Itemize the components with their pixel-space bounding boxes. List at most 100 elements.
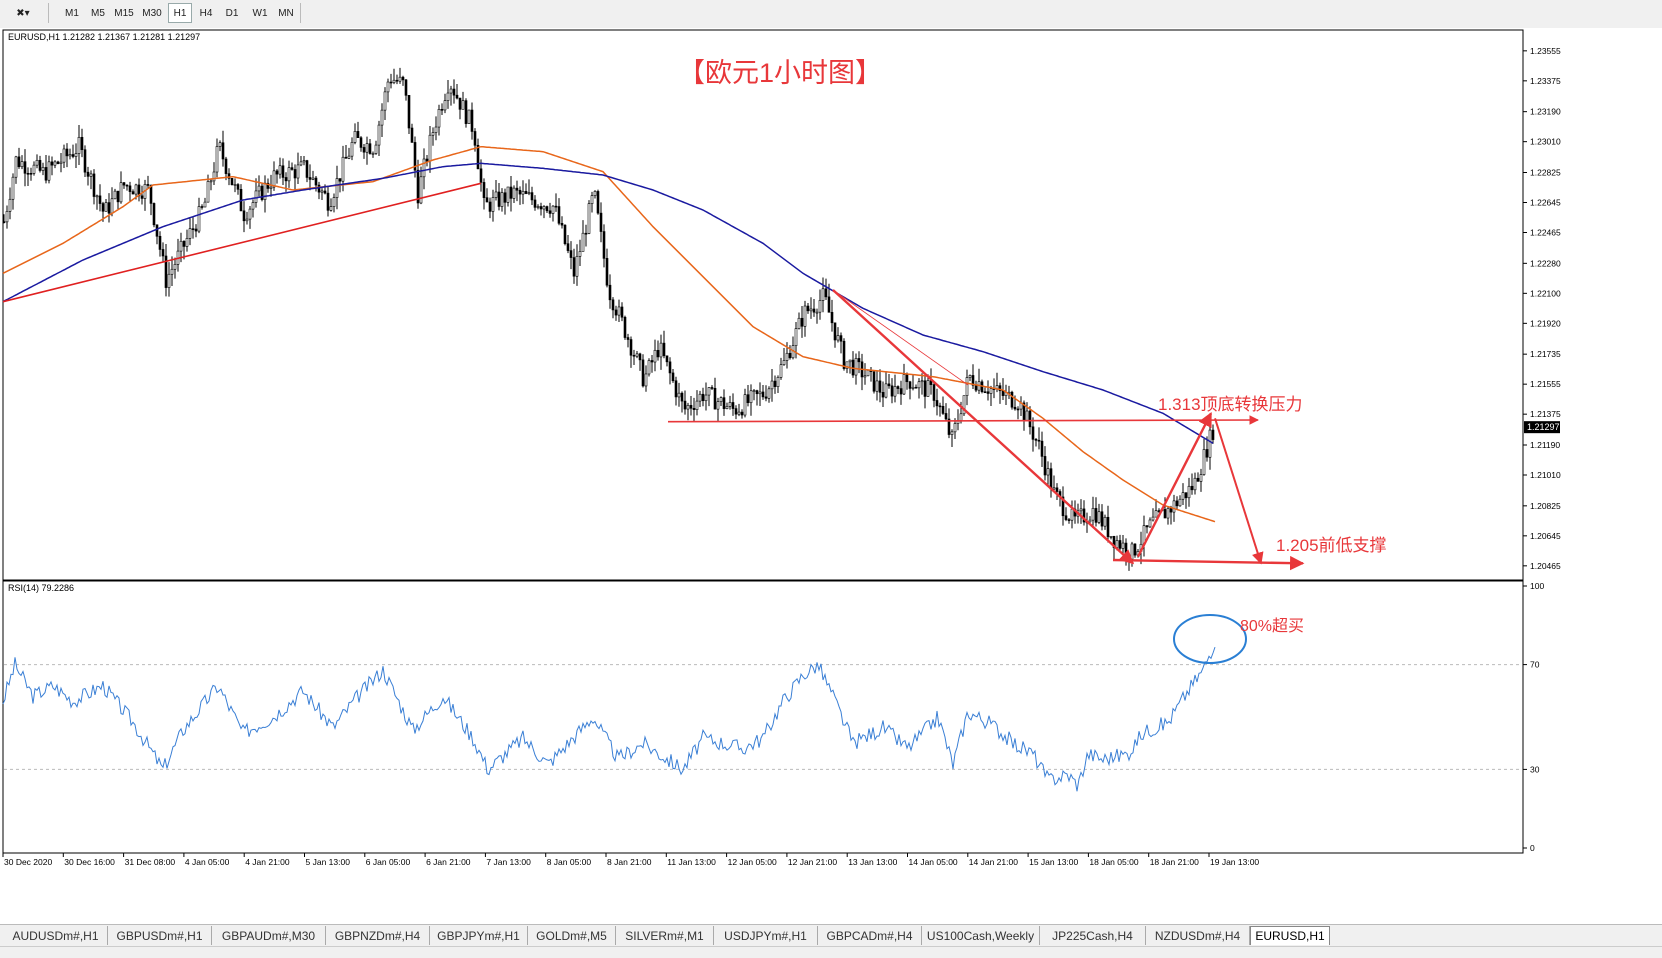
candle-body: [500, 192, 504, 207]
price-tick-label: 1.21735: [1530, 349, 1561, 359]
candle-body: [656, 349, 660, 358]
candle-body: [893, 386, 897, 397]
candle-body: [671, 372, 675, 382]
timeframe-d1-button[interactable]: D1: [220, 3, 244, 23]
candle-body: [38, 159, 42, 171]
candle-body: [476, 144, 480, 170]
candle-body: [905, 374, 909, 383]
candle-body: [233, 184, 237, 186]
candle-body: [737, 411, 741, 415]
candle-body: [848, 359, 852, 363]
candle-body: [707, 387, 711, 396]
candle-body: [155, 224, 159, 237]
timeframe-w1-button[interactable]: W1: [248, 3, 272, 23]
symbol-tab[interactable]: EURUSD,H1: [1250, 926, 1330, 945]
candle-body: [1094, 508, 1098, 523]
candle-body: [467, 109, 471, 124]
candle-body: [68, 154, 72, 157]
candle-body: [485, 197, 489, 203]
candle-body: [254, 190, 258, 203]
candle-body: [245, 218, 249, 222]
candle-body: [113, 190, 117, 200]
rsi-tick-label: 100: [1530, 581, 1544, 591]
candle-body: [1193, 477, 1197, 491]
candle-body: [1046, 468, 1050, 476]
candle-body: [815, 311, 819, 314]
candle-body: [41, 167, 45, 171]
candle-body: [197, 206, 201, 232]
timeframe-m5-button[interactable]: M5: [86, 3, 110, 23]
symbol-tab[interactable]: GBPJPYm#,H1: [430, 926, 528, 945]
symbol-tab[interactable]: GBPUSDm#,H1: [108, 926, 212, 945]
candle-body: [50, 161, 54, 166]
symbol-tab[interactable]: GBPAUDm#,M30: [212, 926, 326, 945]
candle-body: [1010, 391, 1014, 408]
candle-body: [1145, 525, 1149, 528]
candle-body: [1034, 439, 1038, 441]
candle-body: [458, 97, 462, 110]
timeframe-h1-button[interactable]: H1: [168, 3, 192, 23]
price-tick-label: 1.20465: [1530, 561, 1561, 571]
candle-body: [782, 360, 786, 366]
timeframe-mn-button[interactable]: MN: [274, 3, 298, 23]
symbol-tab[interactable]: USDJPYm#,H1: [714, 926, 818, 945]
timeframe-m1-button[interactable]: M1: [60, 3, 84, 23]
candle-body: [836, 335, 840, 341]
candle-body: [548, 210, 552, 214]
candle-body: [1106, 516, 1110, 538]
candle-body: [569, 250, 573, 258]
toolbar-divider: [300, 3, 301, 23]
timeframe-m30-button[interactable]: M30: [140, 3, 164, 23]
symbol-tab[interactable]: GBPCADm#,H4: [818, 926, 922, 945]
candle-body: [638, 353, 642, 361]
candle-body: [914, 386, 918, 389]
timeframe-m15-button[interactable]: M15: [112, 3, 136, 23]
candle-body: [806, 305, 810, 312]
candle-body: [182, 240, 186, 247]
candle-body: [488, 201, 492, 212]
candle-body: [401, 76, 405, 81]
candle-body: [56, 161, 60, 164]
price-tick-label: 1.22825: [1530, 168, 1561, 178]
candle-body: [320, 190, 324, 193]
candle-body: [908, 381, 912, 389]
symbol-tab[interactable]: NZDUSDm#,H4: [1146, 926, 1250, 945]
candle-body: [551, 205, 555, 214]
candle-body: [89, 173, 93, 177]
crosshair-tool-button[interactable]: ✖▾: [6, 3, 40, 23]
price-chart[interactable]: EURUSD,H1 1.21282 1.21367 1.21281 1.2129…: [0, 28, 1662, 924]
symbol-tab[interactable]: US100Cash,Weekly: [922, 926, 1040, 945]
candle-body: [170, 268, 174, 275]
candle-body: [374, 144, 378, 154]
time-tick-label: 18 Jan 21:00: [1150, 857, 1199, 867]
candle-body: [1169, 508, 1173, 513]
symbol-tab[interactable]: AUDUSDm#,H1: [4, 926, 108, 945]
symbol-tab[interactable]: SILVERm#,M1: [616, 926, 714, 945]
price-tick-label: 1.23190: [1530, 107, 1561, 117]
price-tick-label: 1.23010: [1530, 137, 1561, 147]
candle-body: [527, 192, 531, 194]
symbol-tab-bar: AUDUSDm#,H1 GBPUSDm#,H1 GBPAUDm#,M30 GBPNZD…: [0, 924, 1662, 947]
candle-body: [77, 136, 81, 154]
candle-body: [203, 201, 207, 208]
candle-body: [515, 187, 519, 191]
candle-body: [380, 109, 384, 126]
candle-body: [1079, 508, 1083, 512]
candle-body: [521, 191, 525, 195]
candle-body: [611, 299, 615, 311]
candle-body: [935, 400, 939, 407]
support-annotation: 1.205前低支撑: [1276, 536, 1387, 555]
timeframe-toolbar: ✖▾ M1 M5 M15 M30 H1 H4 D1 W1 MN: [0, 0, 1662, 29]
timeframe-h4-button[interactable]: H4: [194, 3, 218, 23]
candle-body: [572, 257, 576, 277]
symbol-tab[interactable]: GOLDm#,M5: [528, 926, 616, 945]
candle-body: [59, 161, 63, 164]
candle-body: [359, 137, 363, 148]
time-tick-label: 6 Jan 21:00: [426, 857, 471, 867]
symbol-tab[interactable]: JP225Cash,H4: [1040, 926, 1146, 945]
chart-header: EURUSD,H1 1.21282 1.21367 1.21281 1.2129…: [8, 32, 200, 42]
symbol-tab[interactable]: GBPNZDm#,H4: [326, 926, 430, 945]
price-tick-label: 1.21010: [1530, 470, 1561, 480]
candle-body: [983, 391, 987, 394]
candle-body: [1151, 516, 1155, 521]
